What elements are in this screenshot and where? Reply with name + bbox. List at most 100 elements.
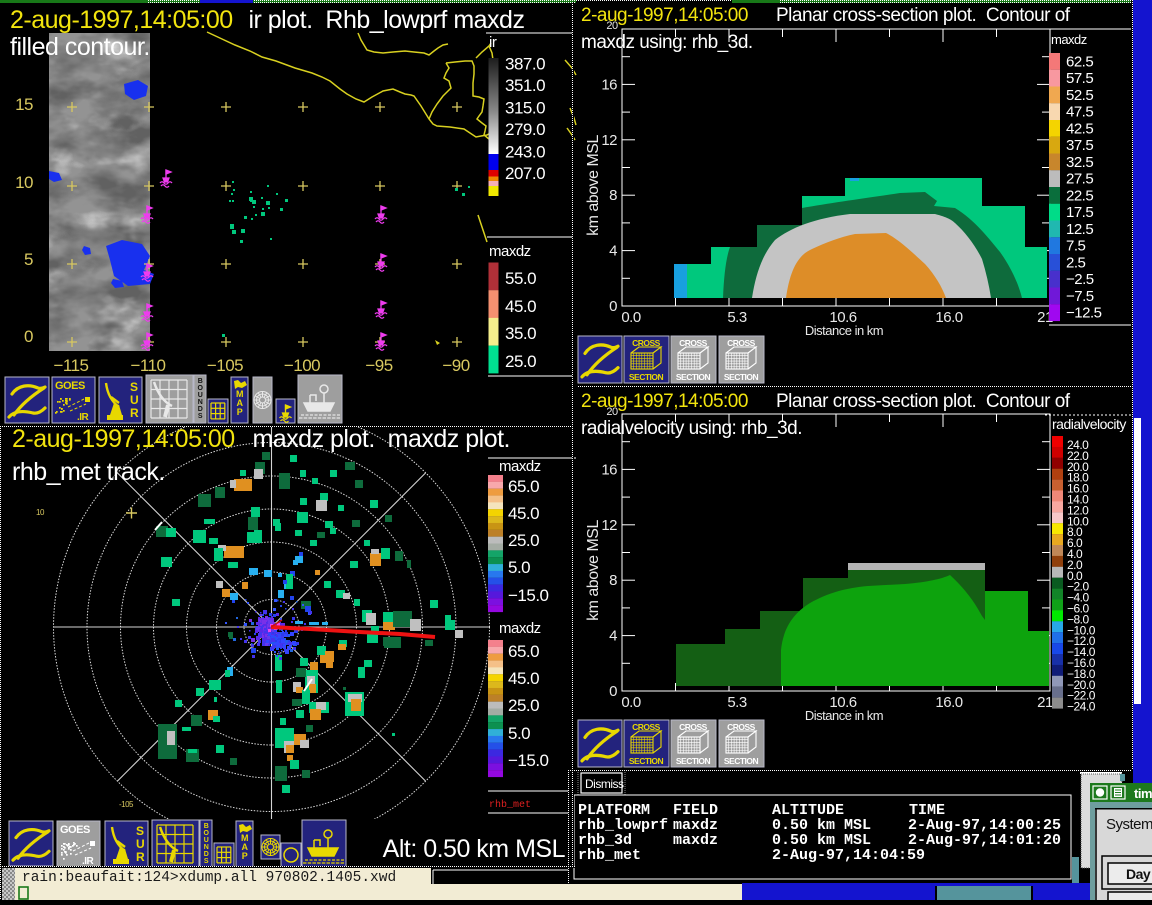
svg-text:−110: −110 xyxy=(130,356,165,375)
svg-text:maxdz: maxdz xyxy=(1051,32,1087,47)
svg-text:5: 5 xyxy=(24,250,33,269)
svg-text:45.0: 45.0 xyxy=(508,669,539,688)
svg-text:−7.5: −7.5 xyxy=(1066,288,1094,305)
svg-text:32.5: 32.5 xyxy=(1066,154,1093,171)
svg-text:R: R xyxy=(130,406,139,420)
svg-text:8: 8 xyxy=(609,187,617,204)
svg-text:S: S xyxy=(130,380,138,394)
svg-text:21: 21 xyxy=(1037,694,1053,711)
svg-text:U: U xyxy=(198,392,203,399)
svg-text:243.0: 243.0 xyxy=(505,143,545,162)
svg-text:maxdz: maxdz xyxy=(499,458,541,475)
svg-text:0: 0 xyxy=(609,298,617,315)
svg-text:20: 20 xyxy=(606,20,618,32)
svg-text:−15.0: −15.0 xyxy=(508,586,549,605)
svg-text:16: 16 xyxy=(601,76,617,93)
svg-text:SECTION: SECTION xyxy=(676,756,711,766)
svg-text:GOES: GOES xyxy=(55,380,85,392)
svg-text:Alt: 0.50 km MSL: Alt: 0.50 km MSL xyxy=(383,835,566,863)
svg-text:System: System xyxy=(1106,816,1152,833)
svg-text:16: 16 xyxy=(601,461,617,478)
svg-text:R: R xyxy=(136,850,145,864)
svg-text:0: 0 xyxy=(24,327,33,346)
svg-text:2-aug-1997,14:05:00: 2-aug-1997,14:05:00 xyxy=(10,6,233,34)
svg-text:12.5: 12.5 xyxy=(1066,221,1093,238)
svg-text:57.5: 57.5 xyxy=(1066,70,1093,87)
svg-text:35.0: 35.0 xyxy=(505,324,536,343)
svg-text:16.0: 16.0 xyxy=(935,309,962,326)
svg-text:0.0: 0.0 xyxy=(621,694,641,711)
svg-text:−2.5: −2.5 xyxy=(1066,271,1094,288)
svg-text:55.0: 55.0 xyxy=(505,269,536,288)
svg-text:47.5: 47.5 xyxy=(1066,104,1093,121)
svg-text:Distance in km: Distance in km xyxy=(805,708,883,723)
svg-text:U: U xyxy=(130,393,138,407)
svg-text:45.0: 45.0 xyxy=(508,504,539,523)
svg-text:7.5: 7.5 xyxy=(1066,238,1086,255)
svg-text:10: 10 xyxy=(15,173,33,192)
svg-text:2-Aug-97,14:01:20: 2-Aug-97,14:01:20 xyxy=(908,832,1061,849)
svg-text:maxdz: maxdz xyxy=(673,832,718,849)
svg-text:U: U xyxy=(136,837,144,851)
svg-text:rain:beaufait:124>xdump.all 97: rain:beaufait:124>xdump.all 970802.1405.… xyxy=(22,870,396,886)
svg-text:-105: -105 xyxy=(119,800,134,809)
svg-text:−95: −95 xyxy=(365,356,392,375)
svg-text:22.5: 22.5 xyxy=(1066,187,1093,204)
svg-text:rhb_met: rhb_met xyxy=(489,799,531,811)
svg-text:16.0: 16.0 xyxy=(935,694,962,711)
svg-text:4: 4 xyxy=(609,243,617,260)
svg-text:5.3: 5.3 xyxy=(727,694,747,711)
svg-text:Planar cross-section plot. Co: Planar cross-section plot. Contour of xyxy=(776,391,1071,412)
svg-text:2.5: 2.5 xyxy=(1066,254,1086,271)
svg-text:rhb_met: rhb_met xyxy=(578,847,641,864)
svg-text:SECTION: SECTION xyxy=(724,756,759,766)
svg-text:62.5: 62.5 xyxy=(1066,53,1093,70)
svg-text:maxdz: maxdz xyxy=(499,620,541,637)
svg-text:SECTION: SECTION xyxy=(724,372,759,382)
svg-text:radialvelocity: radialvelocity xyxy=(1052,416,1126,432)
svg-text:−24.0: −24.0 xyxy=(1067,700,1096,714)
svg-text:N: N xyxy=(204,844,209,851)
svg-text:0.0: 0.0 xyxy=(621,309,641,326)
svg-text:S: S xyxy=(136,824,144,838)
svg-text:20: 20 xyxy=(606,406,618,418)
svg-text:B: B xyxy=(204,823,209,830)
svg-text:387.0: 387.0 xyxy=(505,55,545,74)
svg-text:8: 8 xyxy=(609,572,617,589)
svg-text:km above MSL: km above MSL xyxy=(585,520,602,621)
svg-text:filled contour.: filled contour. xyxy=(10,33,150,61)
svg-text:ir plot. Rhb_lowprf maxdz: ir plot. Rhb_lowprf maxdz xyxy=(242,6,524,34)
svg-text:12: 12 xyxy=(601,517,617,534)
svg-text:Dismiss: Dismiss xyxy=(585,777,624,791)
svg-text:.IR: .IR xyxy=(77,412,90,423)
svg-text:25.0: 25.0 xyxy=(505,352,536,371)
svg-text:17.5: 17.5 xyxy=(1066,204,1093,221)
svg-text:37.5: 37.5 xyxy=(1066,137,1093,154)
svg-text:−12.5: −12.5 xyxy=(1066,305,1102,322)
svg-text:351.0: 351.0 xyxy=(505,76,545,95)
svg-text:Distance in km: Distance in km xyxy=(805,323,883,338)
svg-text:N: N xyxy=(198,399,203,406)
svg-text:65.0: 65.0 xyxy=(508,477,539,496)
svg-text:15: 15 xyxy=(15,95,33,114)
svg-text:maxdz plot. maxdz plot.: maxdz plot. maxdz plot. xyxy=(246,425,510,453)
svg-text:D: D xyxy=(198,406,203,413)
svg-text:2-Aug-97,14:04:59: 2-Aug-97,14:04:59 xyxy=(772,847,925,864)
svg-text:U: U xyxy=(204,837,209,844)
svg-text:km above MSL: km above MSL xyxy=(585,135,602,236)
svg-text:279.0: 279.0 xyxy=(505,120,545,139)
svg-text:5.3: 5.3 xyxy=(727,309,747,326)
svg-text:−90: −90 xyxy=(442,356,469,375)
svg-text:ir: ir xyxy=(489,34,497,51)
svg-text:Planar cross-section plot. Co: Planar cross-section plot. Contour of xyxy=(776,5,1071,26)
svg-text:P: P xyxy=(242,851,248,861)
svg-text:D: D xyxy=(204,851,209,858)
svg-text:52.5: 52.5 xyxy=(1066,87,1093,104)
svg-text:4: 4 xyxy=(609,628,617,645)
svg-text:0: 0 xyxy=(609,683,617,700)
svg-text:Day: Day xyxy=(1126,866,1151,882)
svg-text:P: P xyxy=(237,407,243,417)
svg-text:.IR: .IR xyxy=(82,856,95,867)
svg-text:65.0: 65.0 xyxy=(508,642,539,661)
svg-text:5.0: 5.0 xyxy=(508,724,530,743)
